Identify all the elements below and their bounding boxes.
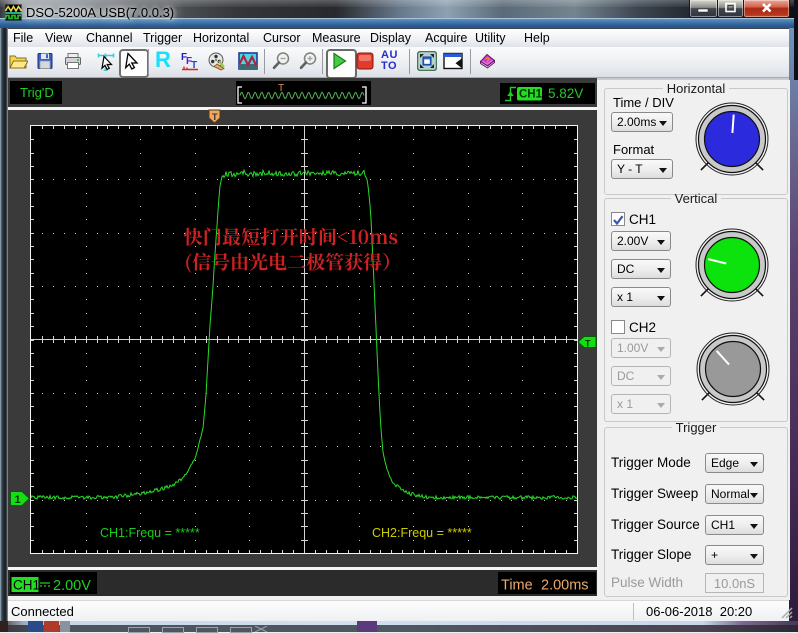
- svg-text:5.82V: 5.82V: [548, 86, 583, 101]
- svg-text:T: T: [278, 83, 284, 94]
- svg-text:CH1: CH1: [519, 89, 543, 101]
- svg-text:2.00V: 2.00V: [53, 578, 91, 594]
- svg-text:CH1: CH1: [13, 578, 40, 593]
- svg-text:Trig'D: Trig'D: [20, 85, 54, 100]
- svg-text:CH2:Frequ = *****: CH2:Frequ = *****: [372, 526, 472, 540]
- svg-text:T: T: [585, 339, 591, 349]
- svg-text:CH1:Frequ = *****: CH1:Frequ = *****: [100, 526, 200, 540]
- svg-text:1: 1: [15, 494, 21, 506]
- svg-text:Time: Time: [501, 578, 533, 594]
- svg-text:?: ?: [486, 56, 491, 65]
- svg-text:T: T: [212, 112, 218, 122]
- svg-text:2.00ms: 2.00ms: [541, 578, 589, 594]
